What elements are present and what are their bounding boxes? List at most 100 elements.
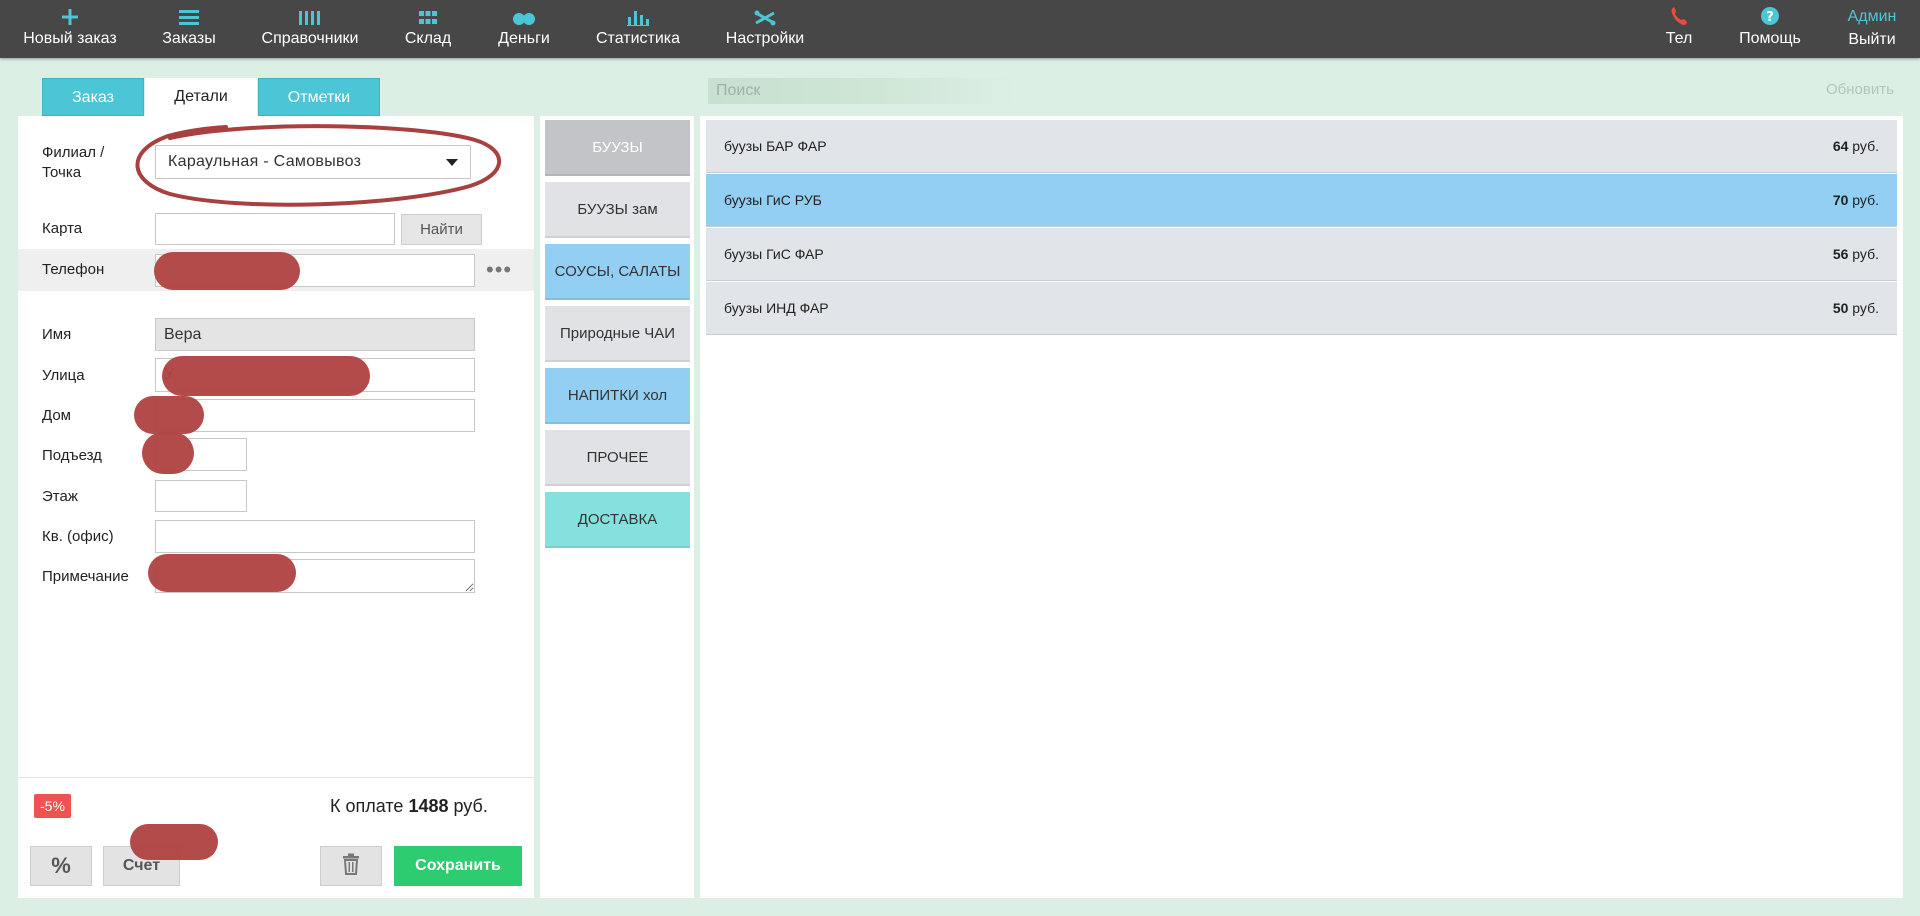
products-panel: буузы БАР ФАР 64 руб. буузы ГиС РУБ 70 р… bbox=[700, 116, 1903, 898]
product-row[interactable]: буузы ИНД ФАР 50 руб. bbox=[706, 282, 1897, 335]
total-currency: руб. bbox=[453, 796, 488, 816]
floor-input[interactable] bbox=[155, 480, 247, 512]
price-value: 70 bbox=[1832, 192, 1849, 208]
product-name: буузы ГиС ФАР bbox=[724, 246, 824, 262]
redaction-mark bbox=[162, 356, 370, 396]
category-button[interactable]: ДОСТАВКА bbox=[545, 492, 690, 548]
plus-icon bbox=[61, 0, 79, 26]
category-button[interactable]: БУУЗЫ bbox=[545, 120, 690, 176]
nav-help-label: Помощь bbox=[1739, 30, 1801, 47]
product-price: 50 руб. bbox=[1833, 300, 1879, 316]
total-prefix: К оплате bbox=[330, 796, 404, 816]
product-name: буузы БАР ФАР bbox=[724, 138, 827, 154]
admin-user-name: Админ bbox=[1847, 8, 1897, 25]
nav-references[interactable]: Справочники bbox=[262, 0, 358, 58]
logout-label: Выйти bbox=[1848, 31, 1896, 48]
delete-button[interactable] bbox=[320, 846, 382, 886]
nav-orders[interactable]: Заказы bbox=[152, 0, 226, 58]
product-row[interactable]: буузы ГиС ФАР 56 руб. bbox=[706, 228, 1897, 281]
redaction-mark bbox=[130, 824, 218, 860]
redaction-mark bbox=[154, 252, 300, 290]
category-panel: БУУЗЫ БУУЗЫ зам СОУСЫ, САЛАТЫ Природные … bbox=[540, 116, 694, 898]
top-navigation-bar: Новый заказ Заказы Справочники Склад Ден… bbox=[0, 0, 1920, 58]
nav-help[interactable]: ? Помощь bbox=[1738, 0, 1802, 58]
nav-warehouse[interactable]: Склад bbox=[400, 0, 456, 58]
nav-references-label: Справочники bbox=[261, 30, 359, 47]
price-currency: руб. bbox=[1852, 246, 1879, 262]
nav-phone-label: Тел bbox=[1665, 30, 1693, 47]
more-dots-icon[interactable]: ••• bbox=[486, 259, 512, 281]
entrance-label: Подъезд bbox=[42, 447, 102, 464]
total-amount: 1488 bbox=[408, 796, 449, 816]
tab-details[interactable]: Детали bbox=[145, 78, 257, 116]
phone-icon bbox=[1670, 0, 1688, 26]
total-to-pay: К оплате 1488 руб. bbox=[330, 796, 488, 817]
price-currency: руб. bbox=[1852, 192, 1879, 208]
floor-label: Этаж bbox=[42, 488, 78, 505]
columns-icon bbox=[299, 0, 321, 26]
nav-settings[interactable]: Настройки bbox=[724, 0, 806, 58]
nav-admin-logout[interactable]: Админ Выйти bbox=[1844, 0, 1900, 58]
tab-order[interactable]: Заказ bbox=[42, 78, 144, 116]
refresh-link[interactable]: Обновить bbox=[1826, 81, 1894, 98]
help-icon: ? bbox=[1760, 0, 1780, 26]
save-button[interactable]: Сохранить bbox=[394, 846, 522, 886]
discount-badge: -5% bbox=[34, 794, 71, 818]
price-value: 56 bbox=[1832, 246, 1849, 262]
product-row[interactable]: буузы ГиС РУБ 70 руб. bbox=[706, 174, 1897, 227]
card-label: Карта bbox=[42, 220, 83, 237]
price-value: 50 bbox=[1832, 300, 1849, 316]
category-button[interactable]: БУУЗЫ зам bbox=[545, 182, 690, 238]
category-button[interactable]: Природные ЧАИ bbox=[545, 306, 690, 362]
card-input[interactable] bbox=[155, 213, 395, 245]
nav-statistics-label: Статистика bbox=[595, 30, 681, 47]
apartment-input[interactable] bbox=[155, 520, 475, 553]
apartment-label: Кв. (офис) bbox=[42, 528, 114, 545]
nav-new-order[interactable]: Новый заказ bbox=[20, 0, 120, 58]
coins-icon bbox=[512, 0, 536, 26]
product-price: 64 руб. bbox=[1833, 138, 1879, 154]
nav-warehouse-label: Склад bbox=[404, 30, 452, 47]
discount-percent-button[interactable]: % bbox=[30, 846, 92, 886]
name-label: Имя bbox=[42, 326, 72, 343]
price-currency: руб. bbox=[1852, 138, 1879, 154]
trash-icon bbox=[342, 853, 360, 880]
redaction-mark bbox=[148, 554, 296, 592]
annotation-ellipse bbox=[135, 124, 502, 207]
branch-label: Филиал / Точка bbox=[42, 144, 105, 181]
product-name: буузы ИНД ФАР bbox=[724, 300, 829, 316]
phone-label: Телефон bbox=[42, 261, 105, 278]
house-label: Дом bbox=[42, 407, 71, 424]
name-input[interactable] bbox=[155, 318, 475, 351]
price-currency: руб. bbox=[1852, 300, 1879, 316]
nav-money-label: Деньги bbox=[498, 30, 550, 47]
product-price: 56 руб. bbox=[1833, 246, 1879, 262]
search-input[interactable] bbox=[708, 78, 1018, 104]
order-details-panel: Филиал / Точка Караульная - Самовывоз Ка… bbox=[18, 116, 534, 898]
price-value: 64 bbox=[1832, 138, 1849, 154]
nav-settings-label: Настройки bbox=[725, 30, 805, 47]
product-name: буузы ГиС РУБ bbox=[724, 192, 822, 208]
product-price: 70 руб. bbox=[1833, 192, 1879, 208]
tab-notes[interactable]: Отметки bbox=[258, 78, 380, 116]
list-icon bbox=[179, 0, 199, 26]
nav-orders-label: Заказы bbox=[162, 30, 216, 47]
category-button[interactable]: НАПИТКИ хол bbox=[545, 368, 690, 424]
category-button[interactable]: ПРОЧЕЕ bbox=[545, 430, 690, 486]
tools-icon bbox=[754, 0, 776, 26]
footer-divider bbox=[18, 777, 534, 778]
grid-icon bbox=[419, 0, 437, 26]
nav-new-order-label: Новый заказ bbox=[23, 30, 117, 47]
redaction-mark bbox=[142, 432, 194, 474]
nav-phone[interactable]: Тел bbox=[1662, 0, 1696, 58]
product-row[interactable]: буузы БАР ФАР 64 руб. bbox=[706, 120, 1897, 173]
street-label: Улица bbox=[42, 367, 85, 384]
bar-chart-icon bbox=[627, 0, 649, 26]
svg-text:?: ? bbox=[1766, 10, 1774, 25]
redaction-mark bbox=[134, 396, 204, 434]
nav-money[interactable]: Деньги bbox=[494, 0, 554, 58]
nav-statistics[interactable]: Статистика bbox=[596, 0, 680, 58]
note-label: Примечание bbox=[42, 568, 129, 585]
find-card-button[interactable]: Найти bbox=[401, 214, 482, 245]
category-button[interactable]: СОУСЫ, САЛАТЫ bbox=[545, 244, 690, 300]
